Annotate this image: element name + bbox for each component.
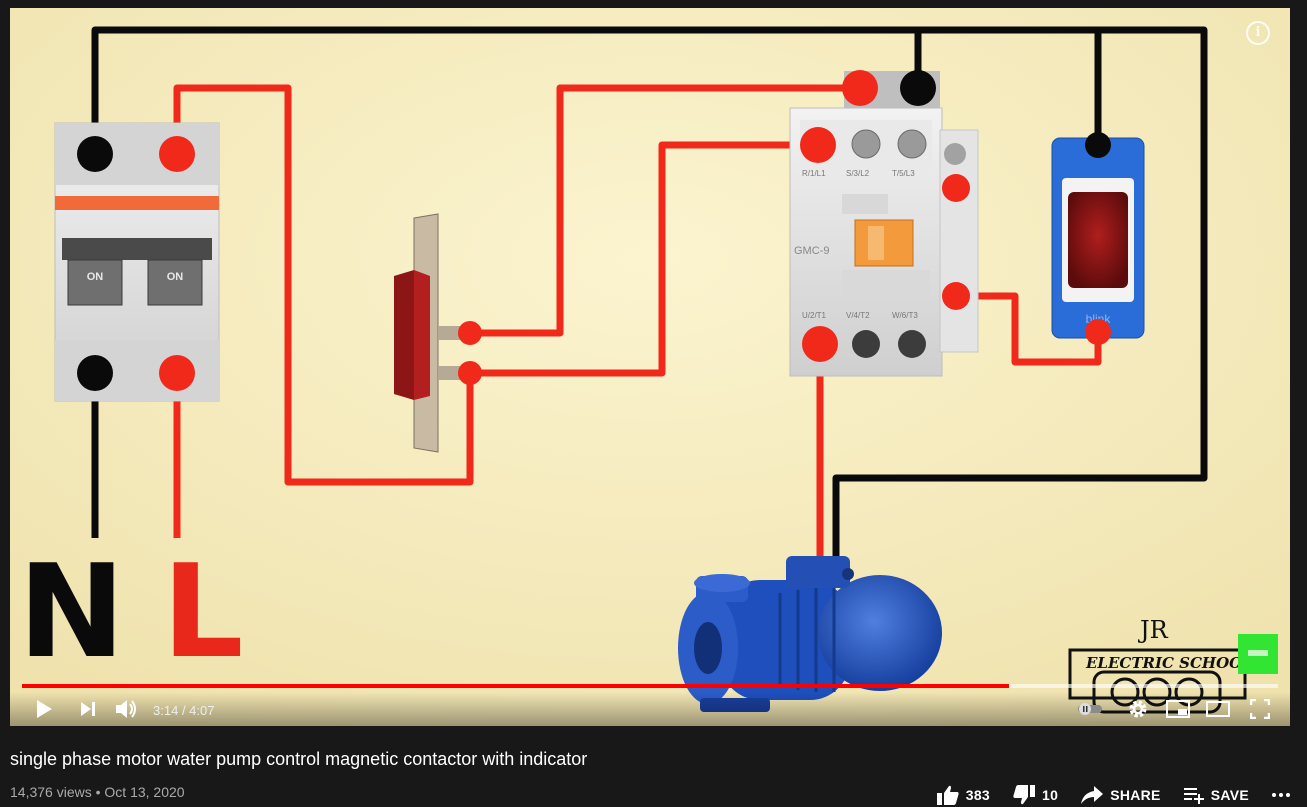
terminal-label: T/5/L3 (892, 169, 915, 178)
save-icon (1183, 788, 1204, 804)
dislike-count: 10 (1042, 787, 1059, 803)
share-icon (1081, 786, 1104, 804)
settings-button[interactable] (1122, 694, 1154, 724)
miniplayer-button[interactable] (1162, 694, 1194, 724)
miniplayer-icon (1166, 700, 1190, 718)
logo-text: ELECTRIC SCHOOL (1085, 654, 1253, 672)
view-count: 14,376 views (10, 784, 92, 800)
dislike-button[interactable]: 10 (1012, 784, 1058, 806)
circuit-breaker: ON ON (54, 122, 220, 402)
video-actions: 383 10 SHARE SAVE (936, 783, 1307, 807)
volume-icon (116, 700, 136, 718)
progress-played (22, 684, 1010, 688)
settings-icon (1129, 700, 1147, 718)
terminal-label: U/2/T1 (802, 311, 827, 320)
time-total: 4:07 (189, 703, 215, 718)
autoplay-toggle-icon (1078, 703, 1102, 715)
more-actions-button[interactable] (1271, 792, 1291, 798)
next-icon (81, 702, 95, 716)
video-title: single phase motor water pump control ma… (10, 749, 588, 769)
play-button[interactable] (28, 694, 60, 724)
upload-date: Oct 13, 2020 (104, 784, 185, 800)
live-letter: L (162, 538, 244, 687)
terminal-label: V/4/T2 (846, 311, 870, 320)
volume-button[interactable] (110, 694, 142, 724)
breaker-on-label: ON (167, 271, 184, 283)
theater-icon (1206, 701, 1230, 717)
breaker-on-label: ON (87, 271, 104, 283)
next-button[interactable] (72, 694, 104, 724)
like-button[interactable]: 383 (936, 784, 990, 806)
indicator-lamp: blink (1051, 132, 1145, 345)
neutral-letter: N (18, 538, 125, 687)
video-meta: 14,376 views • Oct 13, 2020 (10, 784, 185, 800)
info-icon[interactable]: i (1246, 21, 1270, 45)
time-display: 3:14 / 4:07 (153, 703, 214, 718)
save-label: SAVE (1210, 787, 1249, 803)
fullscreen-button[interactable] (1244, 694, 1276, 724)
thumb-down-icon (1013, 785, 1035, 805)
like-count: 383 (965, 787, 990, 803)
time-current: 3:14 (153, 703, 179, 718)
terminal-label: R/1/L1 (802, 169, 826, 178)
fullscreen-icon (1250, 699, 1270, 719)
progress-bar[interactable] (22, 684, 1278, 688)
contactor-model-label: GMC-9 (794, 245, 829, 257)
save-button[interactable]: SAVE (1183, 786, 1249, 804)
terminal-label: S/3/L2 (846, 169, 870, 178)
thumb-up-icon (936, 785, 959, 805)
share-label: SHARE (1110, 787, 1161, 803)
play-icon (37, 700, 52, 718)
share-button[interactable]: SHARE (1080, 785, 1161, 805)
player-controls: 3:14 / 4:07 (10, 692, 1290, 726)
logo-initials: JR (1137, 616, 1169, 644)
video-player[interactable]: ON ON R/1/L1 S/3/L2 T/5/L3 GMC-9 U/2/T1 … (10, 8, 1290, 726)
autoplay-toggle[interactable] (1074, 694, 1106, 724)
wiring-diagram-frame: ON ON R/1/L1 S/3/L2 T/5/L3 GMC-9 U/2/T1 … (10, 8, 1290, 726)
terminal-label: W/6/T3 (892, 311, 918, 320)
more-icon (1272, 793, 1290, 797)
theater-mode-button[interactable] (1202, 694, 1234, 724)
